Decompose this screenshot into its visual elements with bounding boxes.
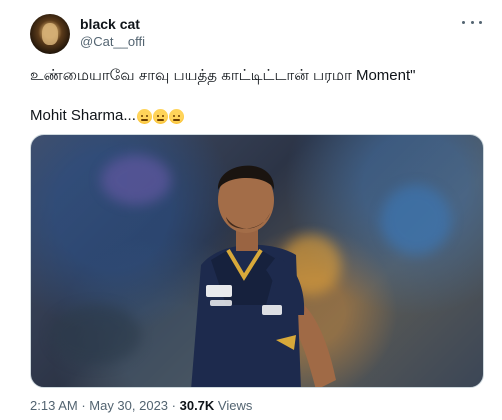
background-blur	[381, 185, 451, 255]
grimacing-face-emoji-icon	[136, 108, 152, 124]
views-label: Views	[214, 398, 253, 413]
separator-dot: ·	[77, 398, 90, 413]
tweet-time[interactable]: 2:13 AM	[30, 398, 78, 413]
tweet-text-line-1: உண்மையாவே சாவு பயத்த காட்டிட்டான் பரமா M…	[30, 67, 416, 84]
display-name[interactable]: black cat	[80, 16, 140, 32]
tweet-text-mohit: Mohit Sharma...	[30, 107, 136, 124]
grimacing-face-emoji-icon	[168, 108, 184, 124]
tweet-text-line-2: Mohit Sharma...	[30, 106, 184, 126]
background-blur	[51, 305, 141, 365]
tweet-media-image[interactable]	[30, 134, 484, 388]
tweet-meta: 2:13 AM · May 30, 2023 · 30.7K Views	[30, 398, 252, 413]
separator-dot: ·	[168, 398, 180, 413]
user-handle[interactable]: @Cat__offi	[80, 34, 145, 49]
more-options-icon[interactable]	[462, 14, 482, 30]
views-count: 30.7K	[179, 398, 215, 413]
background-blur	[101, 155, 171, 205]
tweet-card: black cat @Cat__offi உண்மையாவே சாவு பயத்…	[0, 0, 502, 420]
cricket-player-figure	[166, 145, 366, 387]
grimacing-face-emoji-icon	[152, 108, 168, 124]
tweet-date[interactable]: May 30, 2023	[89, 398, 168, 413]
avatar[interactable]	[30, 14, 70, 54]
